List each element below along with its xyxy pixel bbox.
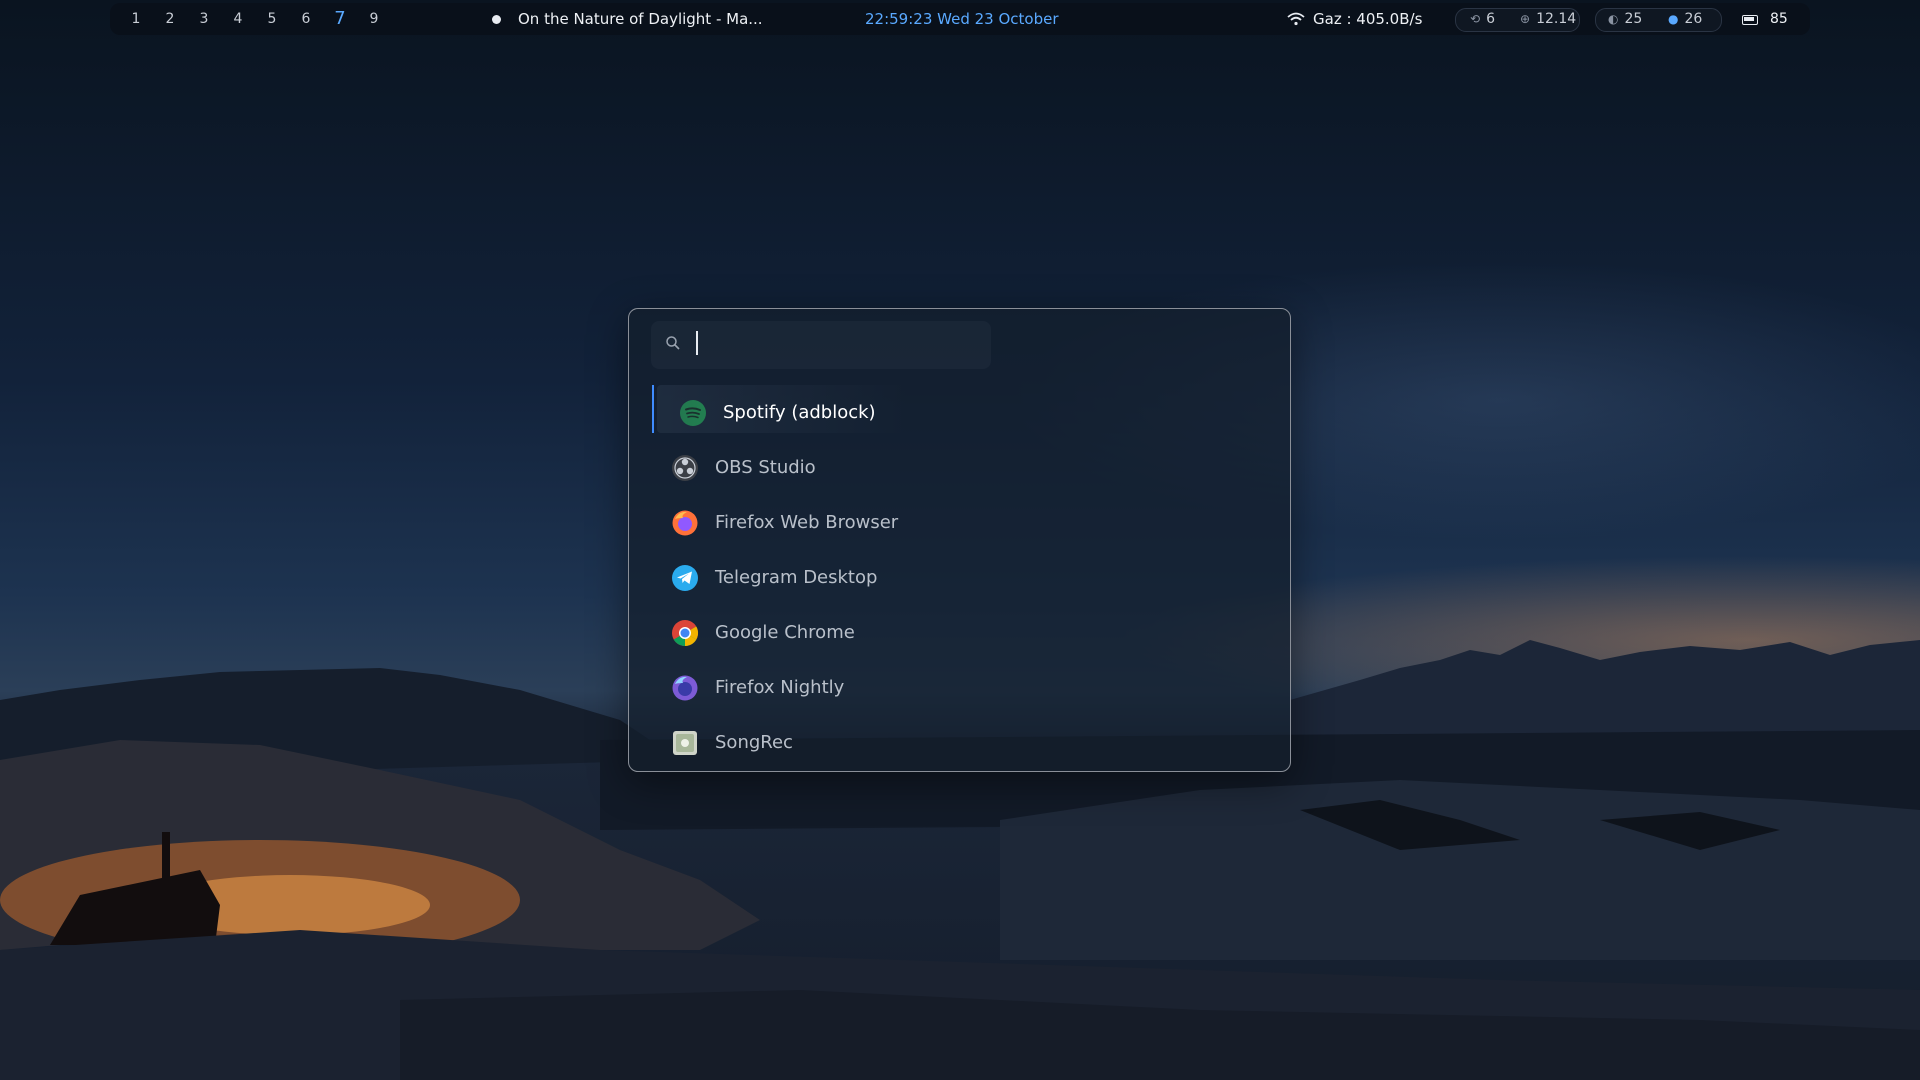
music-note-icon (492, 15, 501, 24)
workspace-4-button[interactable]: 4 (228, 3, 248, 35)
app-label: SongRec (715, 732, 793, 753)
songrec-icon (671, 729, 699, 757)
clock-date[interactable]: 22:59:23 Wed 23 October (865, 3, 1059, 35)
cpu-icon: ⊕ (1520, 12, 1531, 26)
workspace-3-button[interactable]: 3 (194, 3, 214, 35)
app-label: Telegram Desktop (715, 567, 878, 588)
app-label: Google Chrome (715, 622, 855, 643)
firefox-nightly-icon (671, 674, 699, 702)
weather-icon: ● (1668, 12, 1679, 26)
app-item-google-chrome[interactable]: Google Chrome (629, 605, 1290, 660)
firefox-icon (671, 509, 699, 537)
workspace-7-button[interactable]: 7 (330, 3, 350, 35)
obs-icon (671, 454, 699, 482)
temperature-stat[interactable]: ● 26 (1668, 3, 1702, 35)
app-item-firefox[interactable]: Firefox Web Browser (629, 495, 1290, 550)
app-label: OBS Studio (715, 457, 816, 478)
search-icon (666, 336, 680, 350)
telegram-icon (671, 564, 699, 592)
workspace-5-button[interactable]: 5 (262, 3, 282, 35)
text-cursor (696, 331, 698, 355)
app-item-spotify[interactable]: Spotify (adblock) (629, 385, 1290, 440)
app-label: Spotify (adblock) (723, 402, 876, 423)
app-label: Firefox Nightly (715, 677, 845, 698)
workspace-9-button[interactable]: 9 (364, 3, 384, 35)
app-label: Firefox Web Browser (715, 512, 899, 533)
app-list: Spotify (adblock) OBS Studio Firefox Web… (629, 385, 1290, 770)
chrome-icon (671, 619, 699, 647)
app-launcher: Spotify (adblock) OBS Studio Firefox Web… (628, 308, 1291, 772)
network-speed[interactable]: Gaz : 405.0B/s (1313, 3, 1422, 35)
brightness-icon: ◐ (1608, 12, 1619, 26)
wifi-icon (1287, 12, 1305, 26)
app-item-songrec[interactable]: SongRec (629, 715, 1290, 770)
top-status-bar: 1 2 3 4 5 6 7 9 On the Nature of Dayligh… (110, 3, 1810, 35)
app-item-obs-studio[interactable]: OBS Studio (629, 440, 1290, 495)
battery-level[interactable]: 85 (1770, 3, 1788, 35)
updates-stat[interactable]: ⟲ 6 (1470, 3, 1495, 35)
workspace-1-button[interactable]: 1 (126, 3, 146, 35)
updates-icon: ⟲ (1470, 12, 1481, 26)
brightness-stat[interactable]: ◐ 25 (1608, 3, 1642, 35)
battery-icon (1742, 15, 1758, 25)
app-item-telegram[interactable]: Telegram Desktop (629, 550, 1290, 605)
app-item-firefox-nightly[interactable]: Firefox Nightly (629, 660, 1290, 715)
workspace-6-button[interactable]: 6 (296, 3, 316, 35)
now-playing-title[interactable]: On the Nature of Daylight - Ma... (518, 3, 763, 35)
search-input[interactable] (691, 329, 1235, 361)
workspace-2-button[interactable]: 2 (160, 3, 180, 35)
cpu-stat[interactable]: ⊕ 12.14 (1520, 3, 1576, 35)
